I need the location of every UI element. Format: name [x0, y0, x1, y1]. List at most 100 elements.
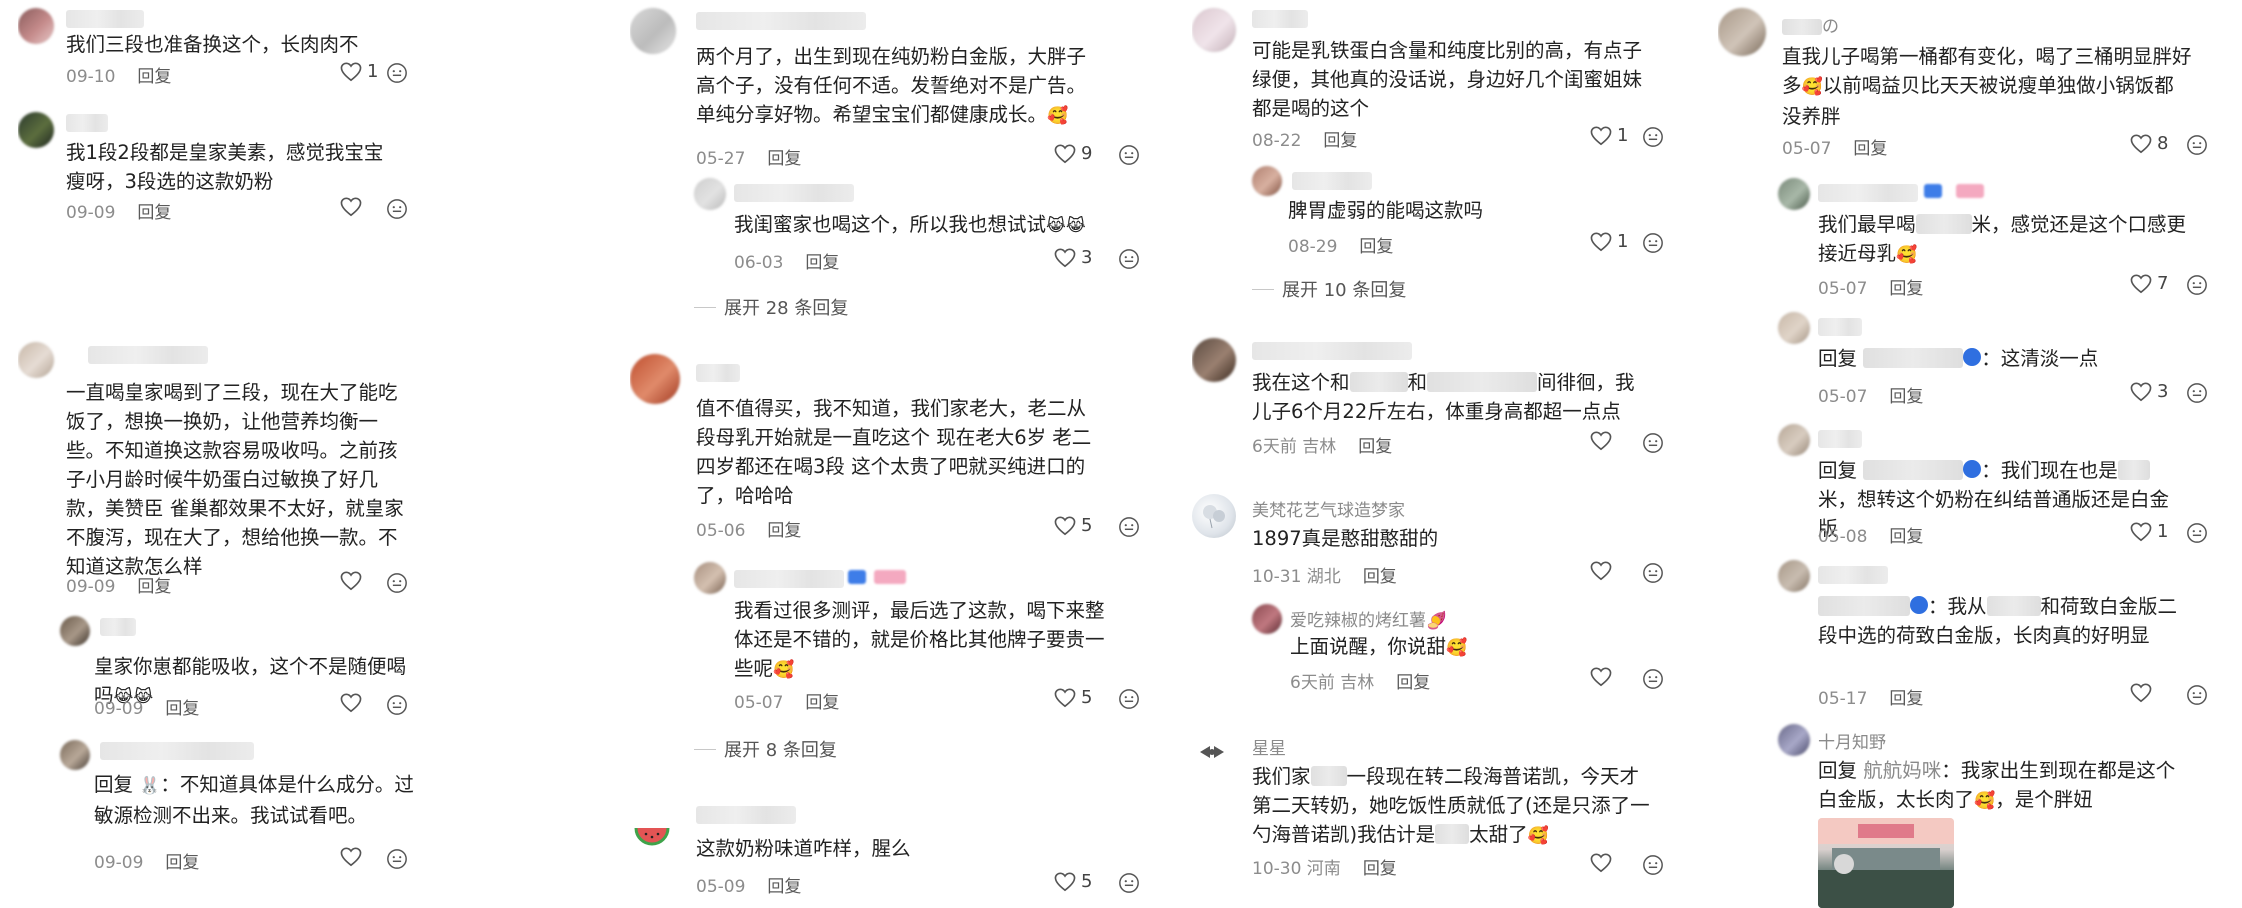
expand-replies-button[interactable]: 展开 8 条回复 — [694, 736, 837, 762]
emoji-reaction-icon[interactable] — [2186, 684, 2208, 706]
like-button[interactable] — [1590, 667, 1612, 687]
reply-button[interactable]: 回复 — [1889, 527, 1923, 547]
user-avatar[interactable] — [18, 112, 54, 148]
reply-button[interactable]: 回复 — [805, 693, 839, 713]
user-avatar[interactable] — [694, 178, 726, 210]
emoji-reaction-icon[interactable] — [1642, 854, 1664, 876]
like-button[interactable]: 1 — [2130, 521, 2168, 542]
like-button[interactable] — [340, 693, 362, 713]
like-button[interactable] — [1590, 431, 1612, 451]
like-button[interactable] — [1590, 561, 1612, 581]
reply-button[interactable]: 回复 — [1323, 131, 1357, 151]
reply-button[interactable]: 回复 — [165, 699, 199, 719]
like-button[interactable]: 8 — [2130, 133, 2168, 154]
expand-replies-button[interactable]: 展开 10 条回复 — [1252, 276, 1406, 302]
like-button[interactable]: 1 — [1590, 125, 1628, 146]
user-avatar[interactable] — [1252, 604, 1282, 634]
username-blurred[interactable] — [1292, 172, 1372, 190]
username-blurred[interactable] — [1818, 184, 1918, 202]
username-blurred[interactable] — [88, 346, 208, 364]
reply-button[interactable]: 回复 — [767, 149, 801, 169]
username[interactable]: 十月知野 — [1818, 728, 1886, 753]
like-button[interactable]: 5 — [1054, 871, 1092, 892]
like-button[interactable]: 1 — [1590, 231, 1628, 252]
emoji-reaction-icon[interactable] — [2186, 134, 2208, 156]
emoji-reaction-icon[interactable] — [2186, 382, 2208, 404]
user-avatar[interactable] — [18, 8, 54, 44]
watermelon-avatar[interactable] — [630, 808, 674, 852]
user-avatar[interactable] — [1778, 312, 1810, 344]
user-avatar[interactable] — [60, 740, 90, 770]
username-blurred[interactable] — [66, 114, 108, 132]
reply-button[interactable]: 回复 — [1363, 567, 1397, 587]
username-blurred[interactable] — [734, 570, 844, 588]
reply-button[interactable]: 回复 — [137, 67, 171, 87]
user-avatar[interactable] — [1192, 338, 1236, 382]
user-avatar[interactable] — [1718, 8, 1766, 56]
user-avatar[interactable] — [18, 342, 54, 378]
emoji-reaction-icon[interactable] — [386, 848, 408, 870]
user-avatar[interactable] — [1192, 732, 1232, 772]
like-button[interactable] — [340, 197, 362, 217]
reply-button[interactable]: 回复 — [1853, 139, 1887, 159]
reply-button[interactable]: 回复 — [1363, 859, 1397, 879]
emoji-reaction-icon[interactable] — [1642, 432, 1664, 454]
username-blurred[interactable] — [66, 10, 144, 28]
emoji-reaction-icon[interactable] — [386, 198, 408, 220]
user-avatar[interactable] — [1778, 560, 1810, 592]
username-blurred[interactable] — [100, 618, 136, 636]
like-button[interactable] — [340, 847, 362, 867]
reply-to-user[interactable]: 航航妈咪 — [1863, 759, 1941, 782]
reply-button[interactable]: 回复 — [767, 521, 801, 541]
emoji-reaction-icon[interactable] — [1642, 232, 1664, 254]
reply-button[interactable]: 回复 — [1358, 437, 1392, 457]
emoji-reaction-icon[interactable] — [1118, 516, 1140, 538]
like-button[interactable]: 5 — [1054, 687, 1092, 708]
reply-button[interactable]: 回复 — [805, 253, 839, 273]
emoji-reaction-icon[interactable] — [2186, 522, 2208, 544]
username-blurred[interactable] — [1252, 342, 1412, 360]
username-blurred[interactable] — [1818, 318, 1862, 336]
like-button[interactable]: 7 — [2130, 273, 2168, 294]
attached-photo[interactable] — [1818, 818, 1954, 908]
user-avatar[interactable] — [1252, 166, 1282, 196]
user-avatar[interactable] — [1778, 424, 1810, 456]
expand-replies-button[interactable]: 展开 28 条回复 — [694, 294, 848, 320]
like-button[interactable]: 3 — [2130, 381, 2168, 402]
emoji-reaction-icon[interactable] — [386, 62, 408, 84]
reply-button[interactable]: 回复 — [767, 877, 801, 897]
emoji-reaction-icon[interactable] — [1118, 688, 1140, 710]
emoji-reaction-icon[interactable] — [1642, 562, 1664, 584]
username[interactable]: 美梵花艺气球造梦家 — [1252, 496, 1405, 521]
like-button[interactable]: 1 — [340, 61, 378, 82]
user-avatar[interactable] — [1192, 8, 1236, 52]
like-button[interactable] — [340, 571, 362, 591]
username-blurred[interactable] — [100, 742, 254, 760]
user-avatar[interactable] — [60, 616, 90, 646]
username-blurred[interactable] — [696, 806, 796, 824]
username-blurred[interactable] — [696, 364, 740, 382]
emoji-reaction-icon[interactable] — [386, 572, 408, 594]
like-button[interactable] — [2130, 683, 2152, 703]
reply-button[interactable]: 回复 — [1889, 689, 1923, 709]
like-button[interactable] — [1590, 853, 1612, 873]
emoji-reaction-icon[interactable] — [1118, 144, 1140, 166]
user-avatar[interactable] — [630, 354, 680, 404]
emoji-reaction-icon[interactable] — [2186, 274, 2208, 296]
username[interactable]: 星星 — [1252, 734, 1286, 759]
reply-button[interactable]: 回复 — [137, 577, 171, 597]
reply-button[interactable]: 回复 — [1889, 387, 1923, 407]
like-button[interactable]: 3 — [1054, 247, 1092, 268]
reply-button[interactable]: 回复 — [1359, 237, 1393, 257]
username-blurred[interactable] — [734, 184, 854, 202]
user-avatar[interactable] — [1192, 494, 1236, 538]
username[interactable]: の — [1782, 12, 1839, 37]
emoji-reaction-icon[interactable] — [386, 694, 408, 716]
user-avatar[interactable] — [630, 8, 676, 54]
reply-button[interactable]: 回复 — [1889, 279, 1923, 299]
user-avatar[interactable] — [1778, 178, 1810, 210]
username-blurred[interactable] — [696, 12, 866, 30]
like-button[interactable]: 9 — [1054, 143, 1092, 164]
emoji-reaction-icon[interactable] — [1118, 872, 1140, 894]
emoji-reaction-icon[interactable] — [1642, 126, 1664, 148]
